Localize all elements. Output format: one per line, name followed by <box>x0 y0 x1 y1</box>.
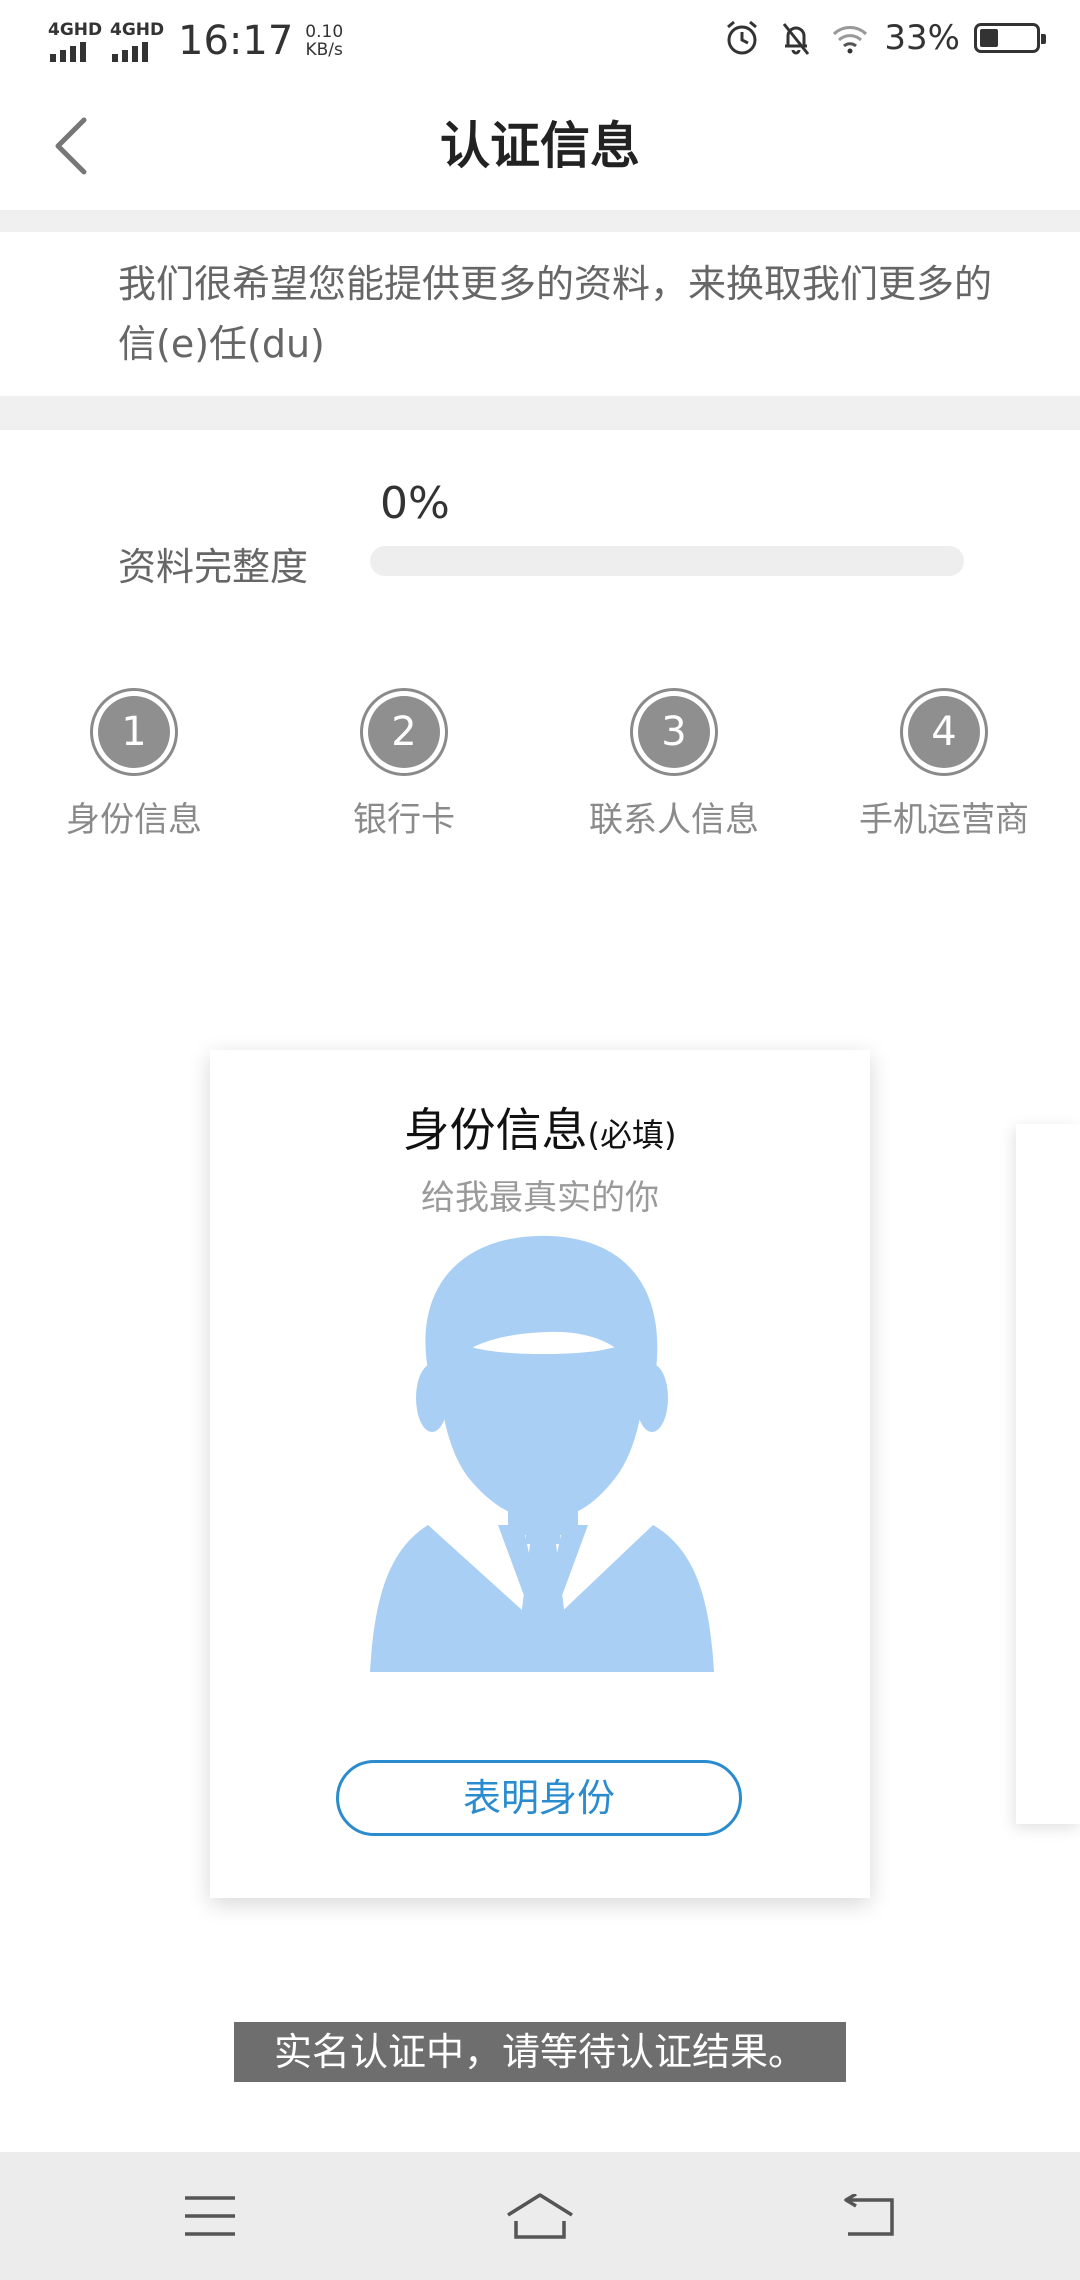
wifi-icon <box>833 26 868 54</box>
intro-section: 我们很希望您能提供更多的资料，来换取我们更多的信(e)任(du) <box>0 232 1080 396</box>
menu-button[interactable] <box>170 2176 250 2256</box>
step-label: 身份信息 <box>66 800 202 840</box>
battery-percent: 33% <box>884 18 960 58</box>
step-number: 4 <box>908 696 980 768</box>
step-contacts[interactable]: 3 联系人信息 <box>544 688 804 841</box>
home-button[interactable] <box>500 2176 580 2256</box>
next-card[interactable] <box>1016 1124 1080 1824</box>
network-speed: 0.10 KB/s <box>305 22 344 60</box>
toast-message: 实名认证中，请等待认证结果。 <box>234 2022 846 2082</box>
required-tag: (必填) <box>587 1116 677 1154</box>
card-subtitle: 给我最真实的你 <box>421 1178 659 1218</box>
divider <box>0 210 1080 232</box>
progress-percent: 0% <box>380 478 450 529</box>
step-label: 联系人信息 <box>589 800 759 840</box>
step-identity[interactable]: 1 身份信息 <box>4 688 264 841</box>
step-number: 2 <box>368 696 440 768</box>
verify-identity-button[interactable]: 表明身份 <box>336 1760 742 1836</box>
step-label: 手机运营商 <box>859 800 1029 840</box>
divider <box>0 396 1080 430</box>
clock: 16:17 <box>178 18 294 64</box>
network-type-2: 4GHD <box>110 20 165 40</box>
status-bar: 4GHD 4GHD 16:17 0.10 KB/s 33% <box>0 0 1080 82</box>
back-arrow-icon <box>844 2194 894 2236</box>
system-back-button[interactable] <box>830 2176 910 2256</box>
intro-text: 我们很希望您能提供更多的资料，来换取我们更多的信(e)任(du) <box>118 262 993 366</box>
progress-bar <box>370 546 964 576</box>
progress-label: 资料完整度 <box>118 545 309 589</box>
alarm-icon <box>727 20 758 55</box>
step-number: 1 <box>98 696 170 768</box>
network-type-1: 4GHD <box>48 20 103 40</box>
step-bank-card[interactable]: 2 银行卡 <box>274 688 534 841</box>
page-title: 认证信息 <box>440 117 640 175</box>
person-avatar-icon <box>370 1235 714 1672</box>
signal-icon-1: 4GHD <box>48 20 102 62</box>
signal-icon-2: 4GHD <box>110 20 164 62</box>
battery-icon <box>974 23 1046 53</box>
step-number: 3 <box>638 696 710 768</box>
app-header: 认证信息 <box>0 82 1080 210</box>
mute-bell-icon <box>783 23 810 55</box>
identity-card[interactable]: 身份信息(必填) 给我最真实的你 表明身份 <box>210 1050 870 1898</box>
home-icon <box>507 2193 573 2239</box>
step-label: 银行卡 <box>353 800 455 840</box>
system-nav-bar <box>0 2152 1080 2280</box>
menu-icon <box>185 2196 235 2236</box>
step-carrier[interactable]: 4 手机运营商 <box>814 688 1074 841</box>
card-title: 身份信息(必填) <box>403 1103 677 1157</box>
